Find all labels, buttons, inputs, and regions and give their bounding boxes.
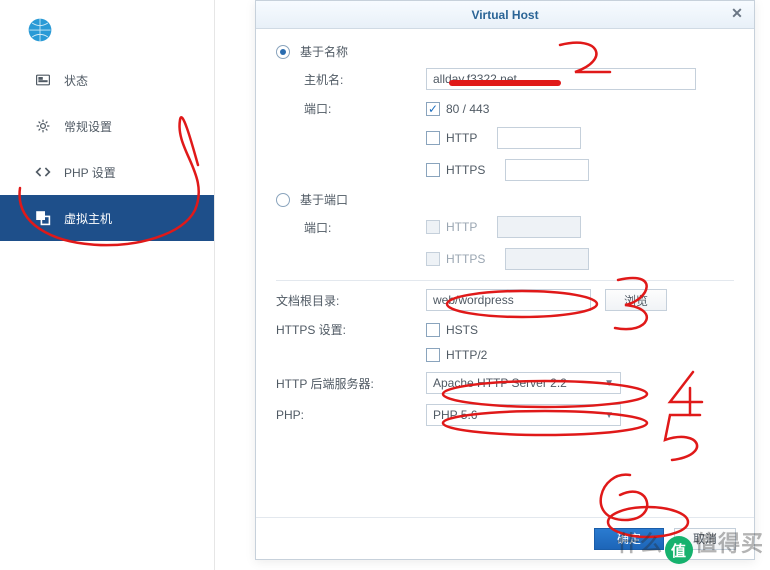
app-icon: [25, 15, 55, 45]
browse-button[interactable]: 浏览: [605, 289, 667, 311]
sidebar-item-php[interactable]: PHP 设置: [0, 149, 214, 195]
radio-port-based[interactable]: [276, 193, 290, 207]
port-default-checkbox[interactable]: [426, 102, 440, 116]
chevron-down-icon: ▼: [604, 410, 614, 421]
https-checkbox[interactable]: [426, 163, 440, 177]
http2-label: HTTP/2: [446, 348, 487, 362]
http-checkbox-2: [426, 220, 440, 234]
code-icon: [34, 163, 52, 181]
php-label: PHP:: [276, 408, 426, 422]
close-icon[interactable]: ✕: [728, 5, 746, 23]
port-label-2: 端口:: [304, 219, 426, 236]
backend-select[interactable]: Apache HTTP Server 2.2 ▼: [426, 372, 621, 394]
php-value: PHP 5.6: [433, 408, 477, 422]
docroot-label: 文档根目录:: [276, 292, 426, 309]
port-label: 端口:: [304, 100, 426, 117]
hsts-label: HSTS: [446, 323, 478, 337]
hostname-label: 主机名:: [304, 71, 426, 88]
radio-name-based-label: 基于名称: [300, 43, 348, 60]
backend-label: HTTP 后端服务器:: [276, 375, 426, 392]
sidebar-item-status[interactable]: 状态: [0, 57, 214, 103]
radio-port-based-row[interactable]: 基于端口: [276, 191, 734, 208]
http-port-input-2: [497, 216, 581, 238]
http-checkbox[interactable]: [426, 131, 440, 145]
gear-icon: [34, 117, 52, 135]
hsts-checkbox[interactable]: [426, 323, 440, 337]
http-label: HTTP: [446, 131, 477, 145]
dialog-title: Virtual Host: [471, 8, 538, 22]
radio-name-based[interactable]: [276, 45, 290, 59]
virtual-host-dialog: Virtual Host ✕ 基于名称 主机名: 端口: 80 / 443 HT…: [255, 0, 755, 560]
sidebar-item-label: 常规设置: [64, 118, 112, 135]
https-port-input[interactable]: [505, 159, 589, 181]
radio-port-based-label: 基于端口: [300, 191, 348, 208]
https-checkbox-2: [426, 252, 440, 266]
sidebar-item-vhost[interactable]: 虚拟主机: [0, 195, 214, 241]
sidebar-item-label: 虚拟主机: [64, 210, 112, 227]
radio-name-based-row[interactable]: 基于名称: [276, 43, 734, 60]
status-icon: [34, 71, 52, 89]
sidebar: 状态 常规设置 PHP 设置 虚拟主机: [0, 0, 215, 570]
php-select[interactable]: PHP 5.6 ▼: [426, 404, 621, 426]
http2-checkbox[interactable]: [426, 348, 440, 362]
sidebar-item-general[interactable]: 常规设置: [0, 103, 214, 149]
backend-value: Apache HTTP Server 2.2: [433, 376, 567, 390]
chevron-down-icon: ▼: [604, 378, 614, 389]
watermark: 什么值值得买: [617, 526, 764, 565]
docroot-input[interactable]: [426, 289, 591, 311]
https-label-2: HTTPS: [446, 252, 485, 266]
http-port-input[interactable]: [497, 127, 581, 149]
vhost-icon: [34, 209, 52, 227]
https-label: HTTPS: [446, 163, 485, 177]
http-label-2: HTTP: [446, 220, 477, 234]
dialog-header: Virtual Host ✕: [256, 1, 754, 29]
https-port-input-2: [505, 248, 589, 270]
sidebar-item-label: PHP 设置: [64, 164, 116, 181]
sidebar-item-label: 状态: [64, 72, 88, 89]
port-default-label: 80 / 443: [446, 102, 489, 116]
hostname-input[interactable]: [426, 68, 696, 90]
https-settings-label: HTTPS 设置:: [276, 321, 426, 338]
